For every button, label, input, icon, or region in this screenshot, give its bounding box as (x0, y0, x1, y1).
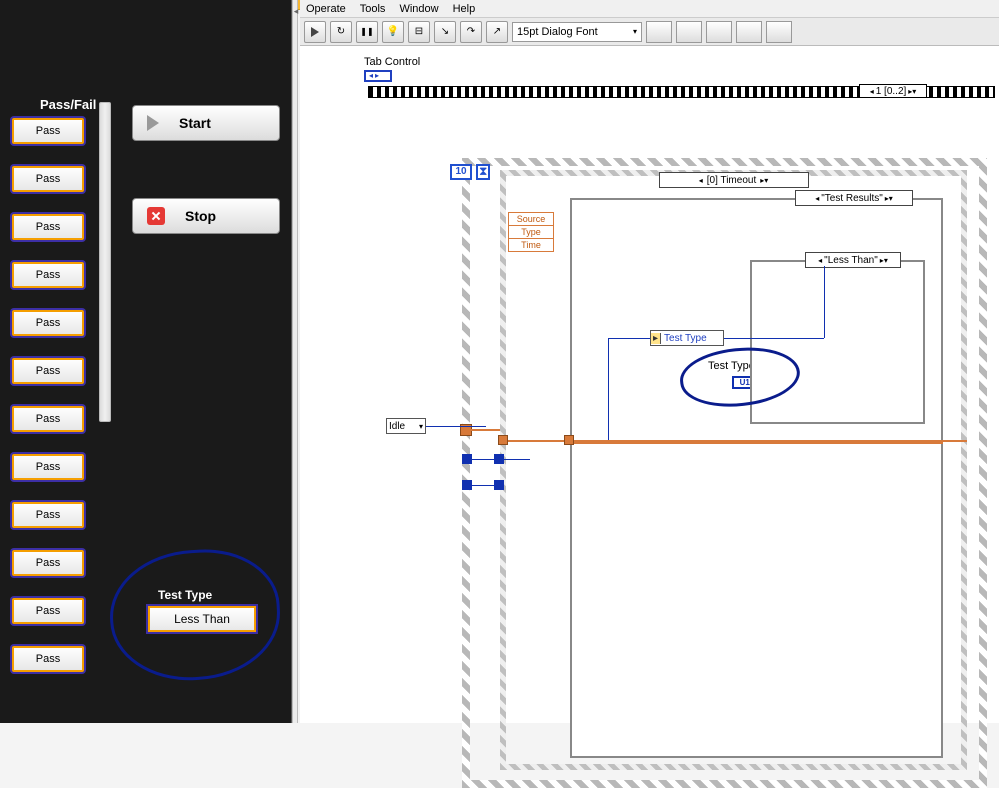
stop-button[interactable]: Stop (132, 198, 280, 234)
unbundle-by-name[interactable]: Test Type (650, 330, 724, 346)
toolbar: 💡 ⊟ ↘ ↷ ↗ 15pt Dialog Font▾ (300, 18, 999, 46)
step-over-button[interactable]: ↷ (460, 21, 482, 43)
stop-icon (147, 207, 165, 225)
event-structure[interactable]: ◂[0] Timeout▸▾ Source Type Time ◂"Test R… (500, 170, 967, 770)
play-icon (147, 115, 159, 131)
pass-indicator[interactable]: Pass (12, 598, 84, 624)
chevron-left-icon: ◂ (293, 6, 299, 17)
align-button[interactable] (646, 21, 672, 43)
stacked-sequence[interactable]: ◂1 [0..2]▸▾ 10 ◂[0] Timeout▸▾ Source Typ… (368, 86, 995, 746)
event-time: Time (509, 239, 553, 251)
test-type-button[interactable]: Less Than (148, 606, 256, 632)
event-data-node[interactable]: Source Type Time (508, 212, 554, 252)
test-type-label: Test Type (158, 588, 212, 602)
tunnel[interactable] (498, 435, 508, 445)
start-label: Start (179, 115, 211, 131)
menu-help[interactable]: Help (453, 3, 476, 15)
wait-icon[interactable] (476, 164, 490, 180)
splitter[interactable]: ◂ (292, 0, 298, 723)
pass-indicator[interactable]: Pass (12, 406, 84, 432)
front-panel: Pass/Fail Pass Pass Pass Pass Pass Pass … (0, 0, 292, 723)
event-source: Source (509, 213, 553, 226)
pass-indicator[interactable]: Pass (12, 646, 84, 672)
pause-button[interactable] (356, 21, 378, 43)
pass-indicator[interactable]: Pass (12, 262, 84, 288)
case-structure-inner[interactable]: ◂"Less Than"▸▾ (750, 260, 925, 424)
cleanup-button[interactable] (766, 21, 792, 43)
tab-control-label: Tab Control (364, 56, 420, 68)
retain-values-button[interactable]: ⊟ (408, 21, 430, 43)
highlight-button[interactable]: 💡 (382, 21, 404, 43)
case-selector-outer[interactable]: ◂"Test Results"▸▾ (795, 190, 913, 206)
tunnel[interactable] (564, 435, 574, 445)
menu-operate[interactable]: Operate (306, 3, 346, 15)
pass-indicator[interactable]: Pass (12, 550, 84, 576)
pass-indicator[interactable]: Pass (12, 118, 84, 144)
pass-indicator[interactable]: Pass (12, 358, 84, 384)
start-button[interactable]: Start (132, 105, 280, 141)
block-diagram-window: Operate Tools Window Help 💡 ⊟ ↘ ↷ ↗ 15pt… (300, 0, 999, 723)
resize-button[interactable] (706, 21, 732, 43)
idle-enum-constant[interactable]: Idle (386, 418, 426, 434)
menu-tools[interactable]: Tools (360, 3, 386, 15)
menu-bar: Operate Tools Window Help (300, 0, 999, 18)
loop-constant[interactable]: 10 (450, 164, 472, 180)
event-selector[interactable]: ◂[0] Timeout▸▾ (659, 172, 809, 188)
tab-control-terminal[interactable] (364, 70, 392, 82)
block-diagram-canvas[interactable]: Tab Control ◂1 [0..2]▸▾ 10 ◂[0] Timeout▸… (300, 46, 999, 723)
font-selector[interactable]: 15pt Dialog Font▾ (512, 22, 642, 42)
step-out-button[interactable]: ↗ (486, 21, 508, 43)
sequence-selector[interactable]: ◂1 [0..2]▸▾ (859, 84, 927, 98)
distribute-button[interactable] (676, 21, 702, 43)
stop-label: Stop (185, 208, 216, 224)
case-selector-inner[interactable]: ◂"Less Than"▸▾ (805, 252, 901, 268)
pass-indicator[interactable]: Pass (12, 310, 84, 336)
pass-indicator[interactable]: Pass (12, 454, 84, 480)
pass-column: Pass Pass Pass Pass Pass Pass Pass Pass … (0, 118, 95, 694)
run-button[interactable] (304, 21, 326, 43)
reorder-button[interactable] (736, 21, 762, 43)
pass-indicator[interactable]: Pass (12, 502, 84, 528)
pass-indicator[interactable]: Pass (12, 214, 84, 240)
step-into-button[interactable]: ↘ (434, 21, 456, 43)
pass-indicator[interactable]: Pass (12, 166, 84, 192)
while-loop[interactable]: 10 ◂[0] Timeout▸▾ Source Type Time ◂"Tes… (462, 158, 987, 788)
event-type: Type (509, 226, 553, 239)
case-structure-outer[interactable]: ◂"Test Results"▸▾ Test Type Test Type U1… (570, 198, 943, 758)
scrollbar[interactable] (99, 102, 111, 422)
passfail-label: Pass/Fail (40, 97, 96, 112)
test-type-text: Test Type (708, 360, 755, 372)
menu-window[interactable]: Window (399, 3, 438, 15)
run-continuous-button[interactable] (330, 21, 352, 43)
